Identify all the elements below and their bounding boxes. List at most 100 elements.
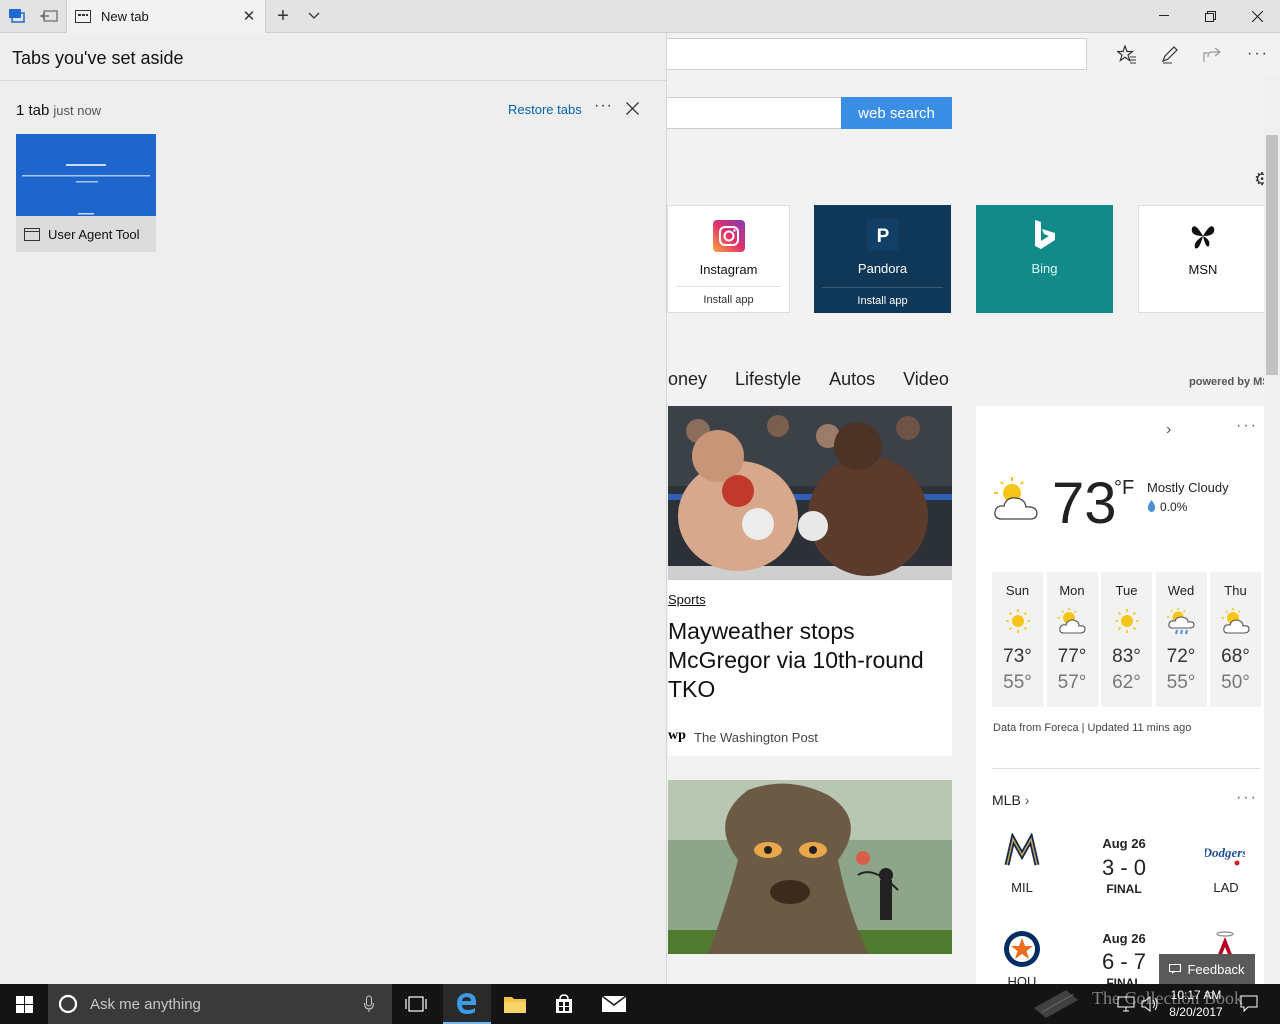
game-date: Aug 26: [1102, 931, 1146, 946]
tab-close-icon[interactable]: ✕: [241, 8, 257, 25]
restore-button[interactable]: [1187, 0, 1233, 32]
tab-group-time: just now: [53, 103, 102, 118]
tile-instagram[interactable]: Instagram Install app: [667, 205, 790, 313]
group-more-icon[interactable]: ···: [594, 97, 613, 115]
forecast-high: 77°: [1057, 646, 1087, 667]
tile-install-app[interactable]: Install app: [676, 286, 781, 312]
volume-icon[interactable]: [1141, 995, 1159, 1017]
chevron-right-icon: ›: [1024, 792, 1030, 808]
task-view-icon[interactable]: [392, 984, 440, 1024]
astros-logo: [1002, 929, 1040, 967]
forecast-low: 55°: [1166, 672, 1196, 693]
restore-tabs-link[interactable]: Restore tabs: [508, 102, 582, 117]
weather-more-icon[interactable]: ···: [1236, 417, 1258, 435]
pen-notes-icon[interactable]: [1158, 42, 1182, 66]
close-window-button[interactable]: [1234, 0, 1280, 32]
forecast-high: 68°: [1221, 646, 1250, 667]
away-team: HOU: [1007, 974, 1037, 984]
article-source: The Washington Post: [694, 730, 818, 745]
scrollbar-thumb[interactable]: [1266, 135, 1278, 375]
web-search-button[interactable]: web search: [841, 97, 952, 129]
set-aside-tabs-icon[interactable]: [36, 0, 62, 32]
share-icon[interactable]: [1201, 42, 1225, 66]
cortana-search-box[interactable]: Ask me anything: [48, 984, 392, 1024]
game-score[interactable]: 6 - 7: [1084, 949, 1164, 975]
raindrop-icon: [1147, 499, 1156, 517]
forecast-high: 83°: [1112, 646, 1141, 667]
microphone-icon[interactable]: [364, 995, 374, 1013]
tile-name: Pandora: [857, 261, 908, 276]
more-options-icon[interactable]: ···: [1246, 42, 1270, 66]
tile-msn[interactable]: MSN: [1138, 205, 1268, 313]
tree-meme-photo[interactable]: [668, 780, 952, 954]
tile-bing[interactable]: Bing: [976, 205, 1113, 313]
forecast-day-label: Mon: [1059, 583, 1085, 598]
network-icon[interactable]: [1117, 996, 1135, 1017]
minimize-button[interactable]: [1141, 0, 1187, 32]
tab-manager-icon[interactable]: [4, 0, 30, 32]
tile-name: Bing: [1031, 261, 1058, 276]
feedback-button[interactable]: Feedback: [1159, 954, 1255, 984]
forecast-day-label: Wed: [1167, 583, 1195, 598]
forecast-day-label: Sun: [1005, 583, 1030, 598]
address-bar[interactable]: [600, 38, 1087, 70]
forecast-day[interactable]: Tue 83° 62°: [1101, 572, 1152, 707]
remove-group-close-icon[interactable]: [626, 99, 639, 120]
tab-group-header: 1 tab just now: [16, 102, 101, 119]
tile-pandora[interactable]: P Pandora Install app: [814, 205, 951, 313]
page-icon: [24, 227, 40, 241]
home-team: LAD: [1213, 880, 1239, 895]
taskbar: Ask me anything The Collection Book 10:1…: [0, 984, 1280, 1024]
forecast-day[interactable]: Sun 73° 55°: [992, 572, 1043, 707]
game-score[interactable]: 3 - 0: [1084, 855, 1164, 881]
tab-thumbnail-title: User Agent Tool: [48, 226, 140, 242]
pandora-icon: P: [866, 219, 899, 251]
file-explorer-icon[interactable]: [491, 984, 539, 1024]
action-center-icon[interactable]: [1240, 995, 1258, 1017]
svg-text:Dodgers: Dodgers: [1205, 845, 1245, 860]
forecast-low: 62°: [1112, 672, 1141, 693]
windows-start-icon[interactable]: [0, 984, 48, 1024]
washington-post-logo: wp: [668, 728, 686, 743]
tab-lifestyle[interactable]: Lifestyle: [735, 369, 801, 393]
mlb-more-icon[interactable]: ···: [1236, 789, 1258, 807]
page-scrollbar[interactable]: [1264, 75, 1280, 984]
tab-thumbnail[interactable]: User Agent Tool: [16, 134, 156, 252]
forecast-high: 72°: [1166, 646, 1196, 667]
mail-icon[interactable]: [590, 984, 638, 1024]
divider: [992, 768, 1260, 769]
forecast-day[interactable]: Thu 68° 50°: [1210, 572, 1261, 707]
tab-group-count: 1 tab: [16, 102, 50, 119]
boxing-photo[interactable]: [668, 406, 952, 580]
temperature-unit[interactable]: °F: [1114, 477, 1134, 500]
tab-autos[interactable]: Autos: [829, 369, 875, 393]
tab-preview-chevron-icon[interactable]: [304, 0, 324, 32]
article-category-link[interactable]: Sports: [668, 592, 706, 607]
new-tab-button[interactable]: +: [272, 0, 294, 32]
forecast-low: 57°: [1057, 672, 1087, 693]
clock-time: 10:17 AM: [1170, 988, 1222, 1002]
tab-money[interactable]: oney: [668, 369, 707, 393]
weather-next-chevron-icon[interactable]: ›: [1166, 421, 1171, 439]
forecast-day[interactable]: Wed 72° 55°: [1155, 572, 1207, 707]
game-status: FINAL: [1106, 976, 1142, 984]
forecast-day[interactable]: Mon 77° 57°: [1046, 572, 1098, 707]
favorites-star-icon[interactable]: [1115, 42, 1139, 66]
mlb-label: MLB: [992, 792, 1021, 808]
forecast-day-label: Tue: [1115, 583, 1138, 598]
article-headline[interactable]: Mayweather stops McGregor via 10th-round…: [668, 617, 938, 704]
weather-credit: Data from Foreca | Updated 11 mins ago: [993, 722, 1192, 734]
svg-text:P: P: [876, 226, 889, 247]
store-icon[interactable]: [540, 984, 588, 1024]
edge-taskbar-icon[interactable]: [443, 984, 491, 1024]
tab-video[interactable]: Video: [903, 369, 949, 393]
sunny-icon: [1101, 608, 1152, 634]
rain-icon: [1156, 608, 1207, 635]
game-status: FINAL: [1106, 882, 1142, 896]
tab-new-tab[interactable]: New tab ✕: [66, 0, 266, 33]
precipitation: 0.0%: [1160, 500, 1188, 514]
forecast-high: 73°: [1003, 646, 1032, 667]
tile-install-app[interactable]: Install app: [822, 287, 943, 313]
mlb-title[interactable]: MLB ›: [992, 792, 1029, 808]
taskbar-clock[interactable]: 10:17 AM 8/20/2017: [1160, 987, 1232, 1021]
